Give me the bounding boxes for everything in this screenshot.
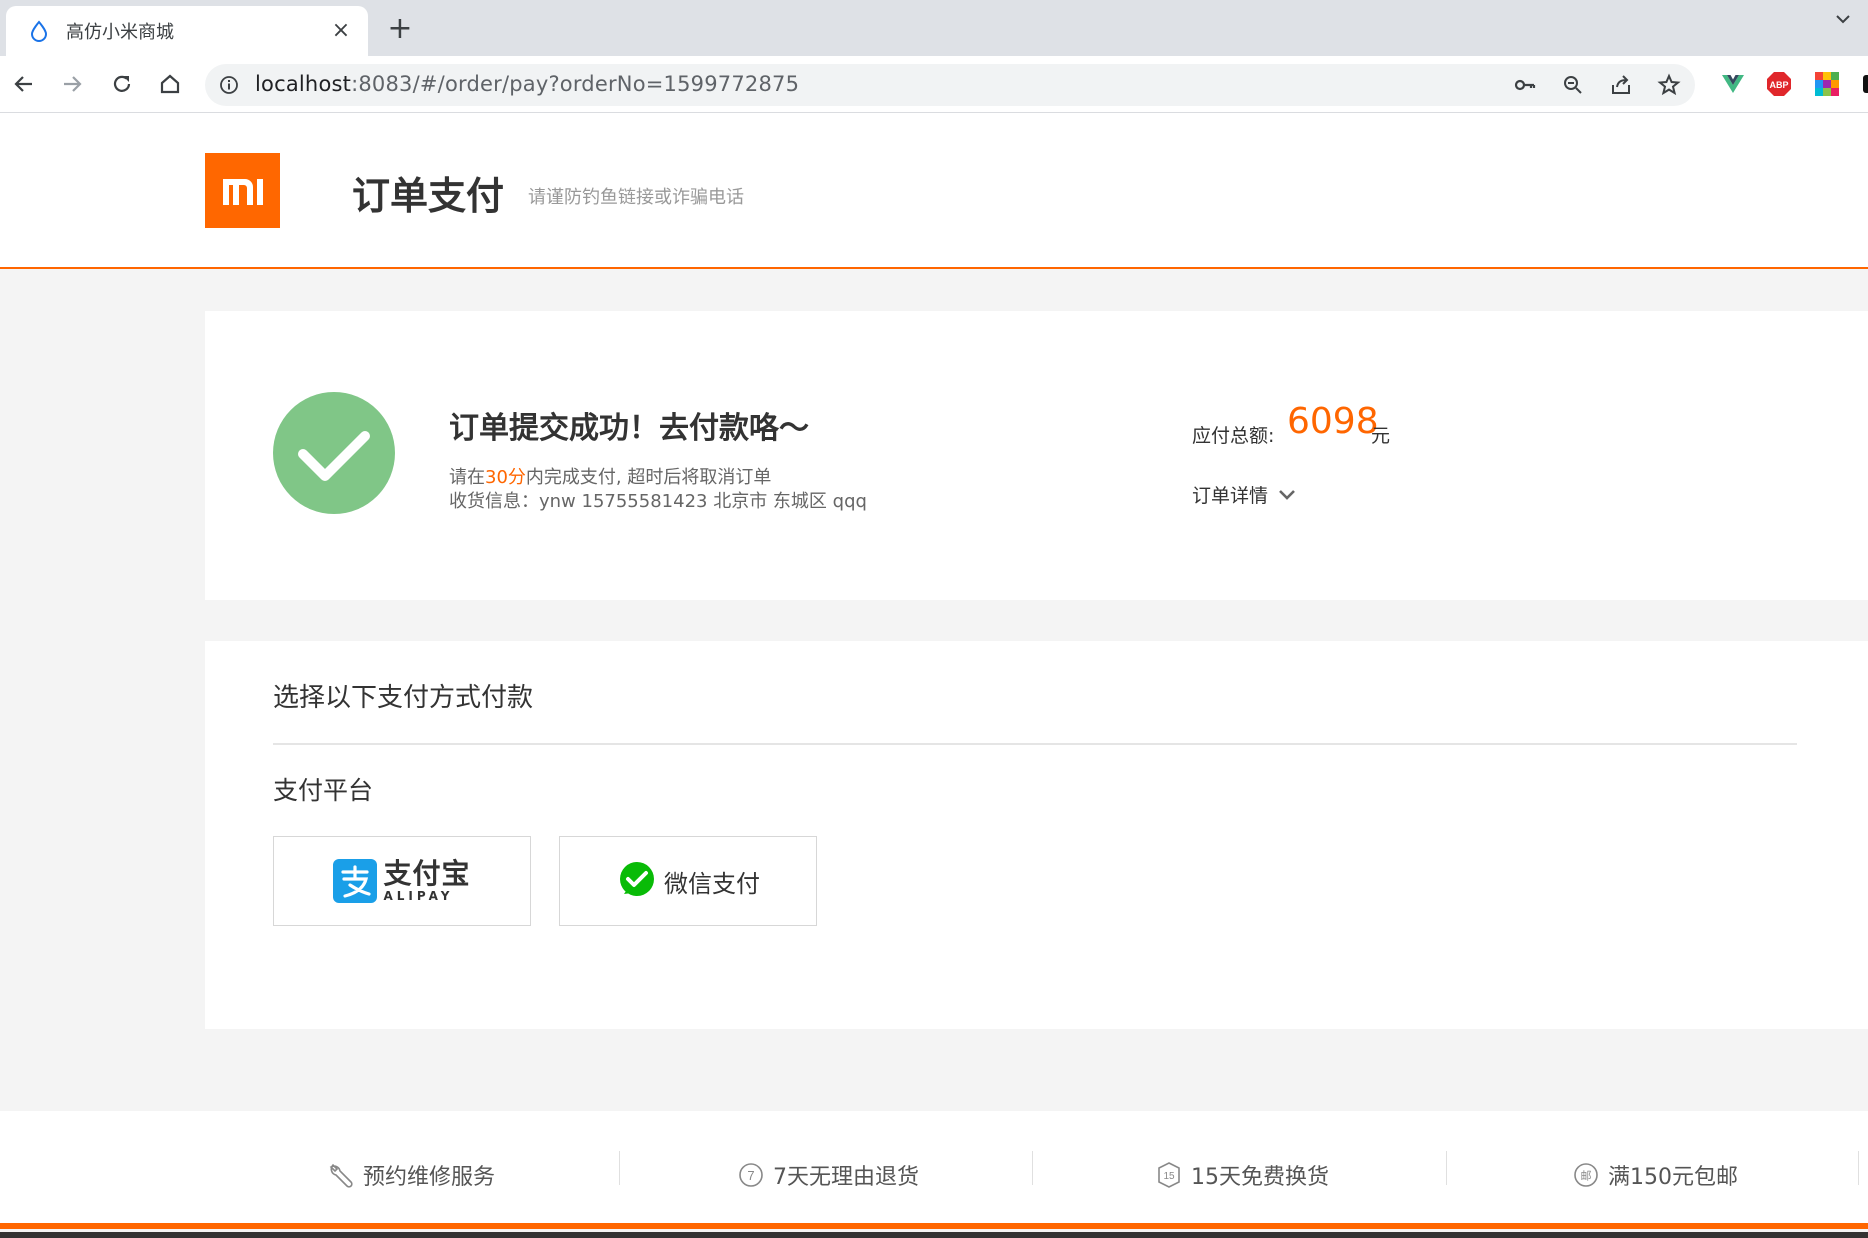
zoom-out-icon[interactable]	[1561, 73, 1585, 97]
tab-close-icon[interactable]: ×	[328, 18, 354, 44]
url-path: :8083/#/order/pay?orderNo=1599772875	[351, 72, 800, 96]
key-icon[interactable]	[1513, 73, 1537, 97]
service-return[interactable]: 7 7天无理由退货	[737, 1155, 919, 1195]
chevron-down-icon	[1279, 489, 1295, 500]
total-label: 应付总额:	[1192, 425, 1275, 447]
payment-platform-label: 支付平台	[273, 776, 374, 805]
svg-text:15: 15	[1163, 1171, 1175, 1182]
browser-tab-bar: 高仿小米商城 × +	[0, 0, 1868, 56]
divider	[619, 1151, 620, 1185]
reload-button[interactable]	[106, 68, 138, 100]
order-summary-card: 订单提交成功！去付款咯～ 请在30分内完成支付, 超时后将取消订单 收货信息：y…	[205, 311, 1868, 600]
order-success-title: 订单提交成功！去付款咯～	[449, 411, 809, 446]
svg-text:邮: 邮	[1581, 1170, 1592, 1183]
home-icon	[160, 74, 180, 94]
service-exchange[interactable]: 15 15天免费换货	[1155, 1155, 1329, 1195]
shipping-info-text: 收货信息：ynw 15755581423 北京市 东城区 qqq	[449, 491, 867, 512]
svg-text:ABP: ABP	[1769, 80, 1788, 90]
home-button[interactable]	[154, 68, 186, 100]
payment-method-heading: 选择以下支付方式付款	[273, 683, 534, 713]
bottom-edge	[0, 1232, 1868, 1238]
wechat-pay-label: 微信支付	[664, 869, 760, 898]
back-button[interactable]	[8, 68, 40, 100]
arrow-left-icon	[14, 76, 32, 92]
tab-search-chevron-icon[interactable]	[1832, 8, 1854, 30]
svg-text:7: 7	[747, 1168, 754, 1183]
reload-icon	[113, 75, 131, 92]
order-detail-toggle[interactable]: 订单详情	[1192, 481, 1296, 508]
info-icon[interactable]	[219, 75, 239, 95]
share-icon[interactable]	[1609, 73, 1633, 97]
divider	[1446, 1151, 1447, 1185]
wrench-icon	[329, 1163, 353, 1188]
divider	[1032, 1151, 1033, 1185]
wechat-pay-icon	[620, 862, 654, 896]
seven-day-return-icon: 7	[739, 1163, 763, 1187]
payment-method-card: 选择以下支付方式付款 支付平台 支付宝 ALIPAY 微信支付	[205, 641, 1868, 1029]
service-footer: 预约维修服务 7 7天无理由退货 15 15天免费换货 邮 满150元包邮	[0, 1111, 1868, 1229]
page-subtitle: 请谨防钓鱼链接或诈骗电话	[528, 187, 744, 208]
new-tab-button[interactable]: +	[384, 14, 416, 46]
droplet-icon	[30, 20, 48, 42]
service-label: 7天无理由退货	[773, 1165, 919, 1190]
service-label: 15天免费换货	[1191, 1165, 1329, 1190]
browser-toolbar: localhost:8083/#/order/pay?orderNo=15997…	[0, 56, 1868, 113]
browser-tab[interactable]: 高仿小米商城 ×	[6, 6, 368, 56]
arrow-right-icon	[64, 76, 82, 92]
url-host: localhost	[255, 72, 352, 96]
alipay-icon	[333, 859, 378, 903]
service-free-shipping[interactable]: 邮 满150元包邮	[1572, 1155, 1738, 1195]
page-header: 订单支付 请谨防钓鱼链接或诈骗电话	[0, 113, 1868, 269]
checkmark-icon	[298, 431, 370, 481]
order-detail-label: 订单详情	[1192, 485, 1269, 507]
deadline-prefix: 请在	[449, 467, 485, 488]
service-label: 预约维修服务	[363, 1165, 496, 1190]
deadline-minutes: 30分	[485, 467, 526, 488]
fifteen-day-exchange-icon: 15	[1158, 1162, 1180, 1188]
adblock-icon[interactable]: ABP	[1766, 71, 1792, 97]
mi-logo[interactable]	[205, 153, 280, 228]
extension-partial-icon[interactable]	[1856, 71, 1868, 97]
mi-logo-icon	[223, 179, 263, 205]
tab-title: 高仿小米商城	[66, 22, 174, 43]
forward-button[interactable]	[56, 68, 88, 100]
wechat-pay-button[interactable]: 微信支付	[559, 836, 817, 926]
payment-deadline-text: 请在30分内完成支付, 超时后将取消订单	[449, 463, 771, 489]
page-title: 订单支付	[352, 174, 505, 218]
service-label: 满150元包邮	[1608, 1165, 1738, 1190]
deadline-suffix: 内完成支付, 超时后将取消订单	[525, 467, 772, 488]
color-grid-icon[interactable]	[1814, 71, 1840, 97]
divider	[1858, 1151, 1859, 1185]
success-badge	[273, 392, 395, 514]
alipay-label-en: ALIPAY	[383, 889, 454, 903]
postage-icon: 邮	[1574, 1163, 1598, 1187]
bookmark-star-icon[interactable]	[1657, 73, 1681, 97]
page-content: 订单支付 请谨防钓鱼链接或诈骗电话 订单提交成功！去付款咯～ 请在30分内完成支…	[0, 113, 1868, 1238]
total-amount: 6098	[1287, 401, 1379, 442]
address-bar[interactable]: localhost:8083/#/order/pay?orderNo=15997…	[205, 64, 1695, 106]
vue-devtools-icon[interactable]	[1720, 71, 1746, 97]
alipay-button[interactable]: 支付宝 ALIPAY	[273, 836, 531, 926]
divider	[273, 743, 1797, 745]
url-text[interactable]: localhost:8083/#/order/pay?orderNo=15997…	[255, 72, 799, 96]
alipay-label-cn: 支付宝	[383, 857, 471, 890]
service-repair[interactable]: 预约维修服务	[327, 1155, 495, 1195]
total-unit: 元	[1371, 425, 1391, 447]
